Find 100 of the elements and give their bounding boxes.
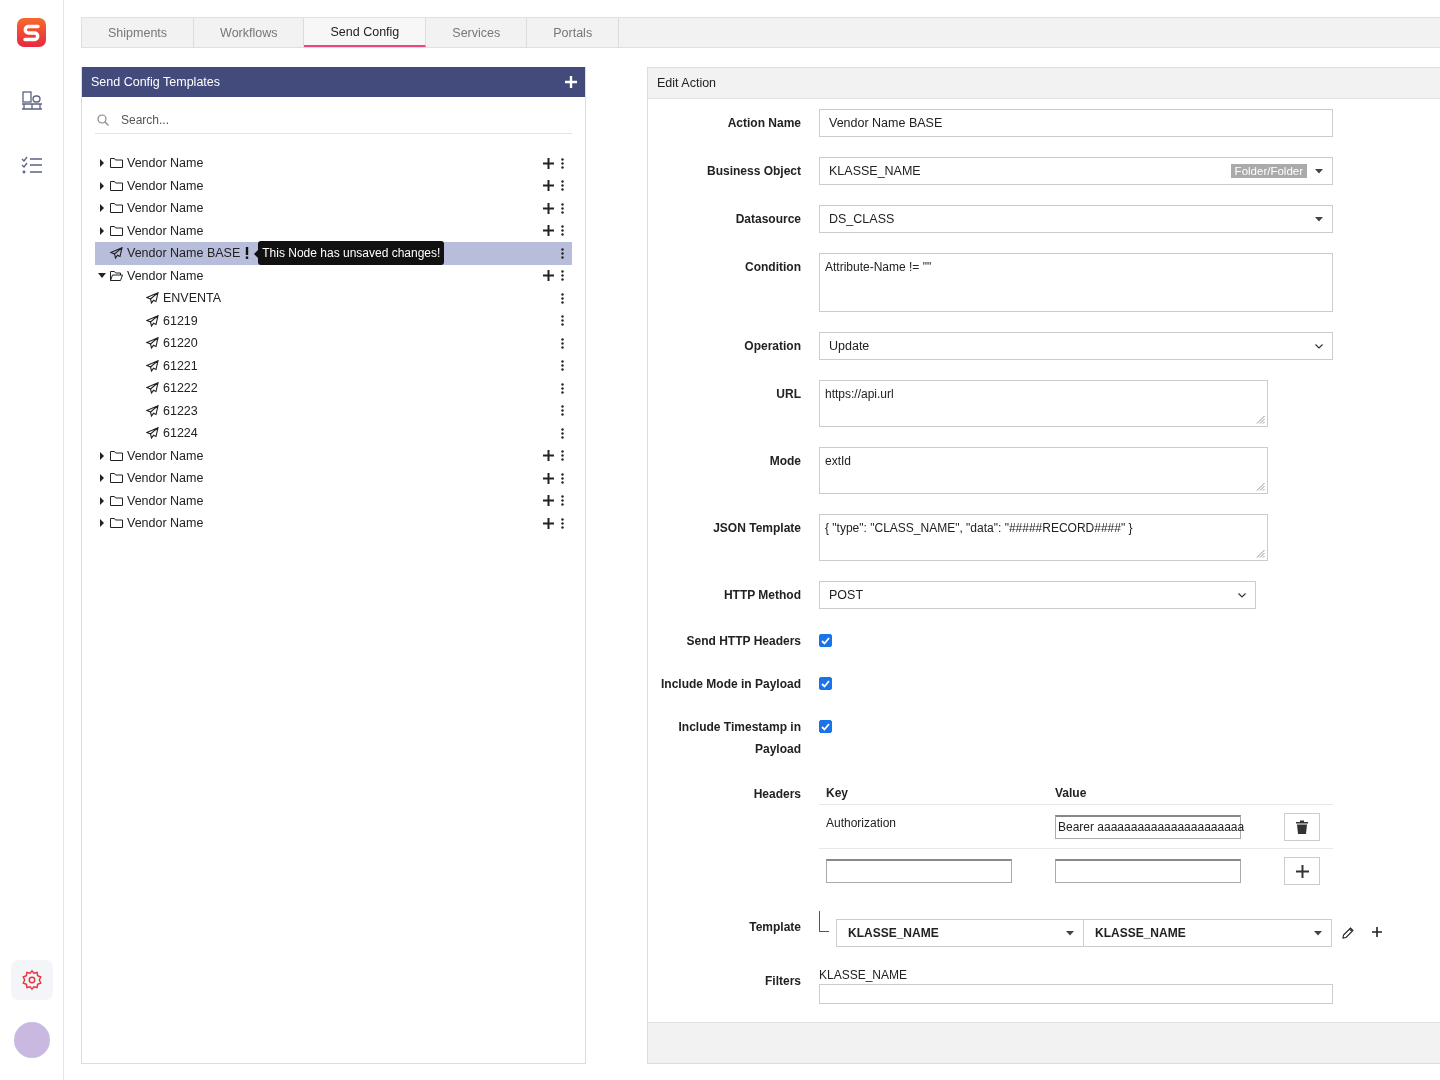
caret-right-icon[interactable]	[98, 450, 106, 461]
tab[interactable]: Services	[426, 18, 528, 47]
folder-open-icon	[110, 269, 123, 282]
caret-right-icon[interactable]	[98, 473, 106, 484]
caret-right-icon[interactable]	[98, 495, 106, 506]
tree-item-label: Vendor Name	[127, 223, 204, 238]
plus-icon[interactable]	[1372, 927, 1382, 939]
tree-item[interactable]: 61219	[95, 309, 572, 332]
pencil-icon[interactable]	[1342, 927, 1354, 939]
dropdown-field[interactable]: POST	[819, 581, 1256, 609]
plus-icon[interactable]	[543, 270, 554, 282]
resize-grip-icon[interactable]	[1256, 549, 1265, 558]
caret-right-icon[interactable]	[98, 225, 106, 236]
plus-icon[interactable]	[543, 180, 554, 192]
plus-icon[interactable]	[543, 472, 554, 484]
plus-icon[interactable]	[543, 495, 554, 507]
more-icon[interactable]	[561, 157, 564, 169]
logo-icon[interactable]	[17, 18, 46, 47]
delete-button[interactable]	[1284, 812, 1320, 841]
caret-right-icon[interactable]	[98, 158, 106, 169]
plus-icon[interactable]	[543, 157, 554, 169]
more-icon[interactable]	[561, 427, 564, 439]
resize-grip-icon[interactable]	[1256, 415, 1265, 424]
nav-button[interactable]	[10, 960, 53, 1000]
more-icon[interactable]	[561, 202, 564, 214]
panel-title: Edit Action	[657, 76, 717, 90]
more-icon[interactable]	[561, 517, 564, 529]
tree-item[interactable]: Vendor Name	[95, 264, 572, 287]
caret-right-icon[interactable]	[98, 203, 106, 214]
tree-item[interactable]: 61221	[95, 354, 572, 377]
tree-item[interactable]: ENVENTA	[95, 287, 572, 310]
tree-item-label: 61224	[163, 426, 198, 441]
checkbox[interactable]	[819, 677, 832, 690]
resize-grip-icon[interactable]	[1256, 482, 1265, 491]
more-icon[interactable]	[561, 382, 564, 394]
tree-item[interactable]: Vendor Name	[95, 152, 572, 175]
field-label: Headers	[752, 786, 801, 802]
more-icon[interactable]	[561, 337, 564, 349]
more-icon[interactable]	[561, 225, 564, 237]
checkbox[interactable]	[819, 634, 832, 647]
select-field[interactable]: KLASSE_NAME Folder/Folder	[819, 157, 1333, 185]
field-label: Send HTTP Headers	[685, 633, 801, 650]
tree-item-label: 61221	[163, 358, 198, 373]
folder-icon	[110, 202, 123, 215]
tree-item[interactable]: 61220	[95, 332, 572, 355]
more-icon[interactable]	[561, 405, 564, 417]
text-area[interactable]: { "type": "CLASS_NAME", "data": "#####RECORD####" }	[819, 514, 1268, 561]
field-value: KLASSE_NAME	[819, 967, 909, 982]
caret-right-icon[interactable]	[98, 180, 106, 191]
field-label: JSON Template	[712, 520, 801, 536]
tree-item[interactable]: Vendor Name BASE This Node has unsaved changes!	[95, 242, 572, 265]
caret-right-icon[interactable]	[98, 518, 106, 529]
paper-plane-icon	[146, 314, 159, 327]
plus-icon[interactable]	[543, 225, 554, 237]
more-icon[interactable]	[561, 495, 564, 507]
tab[interactable]: Send Config	[304, 18, 427, 47]
more-icon[interactable]	[561, 315, 564, 327]
tree-item[interactable]: Vendor Name	[95, 467, 572, 490]
text-field[interactable]: Vendor Name BASE	[819, 109, 1333, 137]
input-field[interactable]	[826, 859, 1012, 883]
more-icon[interactable]	[561, 472, 564, 484]
more-icon[interactable]	[561, 180, 564, 192]
tab[interactable]: Shipments	[82, 18, 195, 47]
add-button[interactable]	[1284, 857, 1320, 885]
select-field[interactable]: KLASSE_NAME	[1084, 919, 1332, 947]
tree-item-label: Vendor Name	[127, 268, 204, 283]
folder-icon	[110, 157, 123, 170]
dropdown-field[interactable]: Update	[819, 332, 1333, 360]
plus-icon[interactable]	[543, 517, 554, 529]
paper-plane-icon	[146, 404, 159, 417]
tree-item[interactable]: 61224	[95, 422, 572, 445]
select-field[interactable]: KLASSE_NAME	[836, 919, 1084, 947]
tree-item[interactable]: Vendor Name	[95, 512, 572, 535]
caret-down-icon	[1066, 930, 1074, 936]
paper-plane-icon	[146, 359, 159, 372]
more-icon[interactable]	[561, 360, 564, 372]
tab[interactable]: Portals	[527, 18, 620, 47]
more-icon[interactable]	[561, 292, 564, 304]
text-area[interactable]: Attribute-Name != ""	[819, 253, 1333, 312]
tree-item[interactable]: Vendor Name	[95, 489, 572, 512]
checkbox[interactable]	[819, 720, 832, 733]
more-icon[interactable]	[561, 270, 564, 282]
tree-item-label: Vendor Name	[127, 516, 204, 531]
more-icon[interactable]	[561, 450, 564, 462]
select-field[interactable]: DS_CLASS	[819, 205, 1333, 233]
field-label: Filters	[764, 973, 801, 989]
tree-item[interactable]: 61222	[95, 377, 572, 400]
input-field[interactable]	[1055, 859, 1241, 883]
plus-icon[interactable]	[543, 202, 554, 214]
plus-icon[interactable]	[543, 450, 554, 462]
tree-item[interactable]: Vendor Name	[95, 219, 572, 242]
tree-item[interactable]: Vendor Name	[95, 174, 572, 197]
text-area[interactable]: https://api.url	[819, 380, 1268, 427]
checklist-icon	[20, 156, 43, 174]
filter-field[interactable]	[819, 984, 1333, 1004]
text-area[interactable]: extId	[819, 447, 1268, 494]
tree-item[interactable]: Vendor Name	[95, 444, 572, 467]
tree-item[interactable]: Vendor Name	[95, 197, 572, 220]
more-icon[interactable]	[561, 247, 564, 259]
tree-item[interactable]: 61223	[95, 399, 572, 422]
